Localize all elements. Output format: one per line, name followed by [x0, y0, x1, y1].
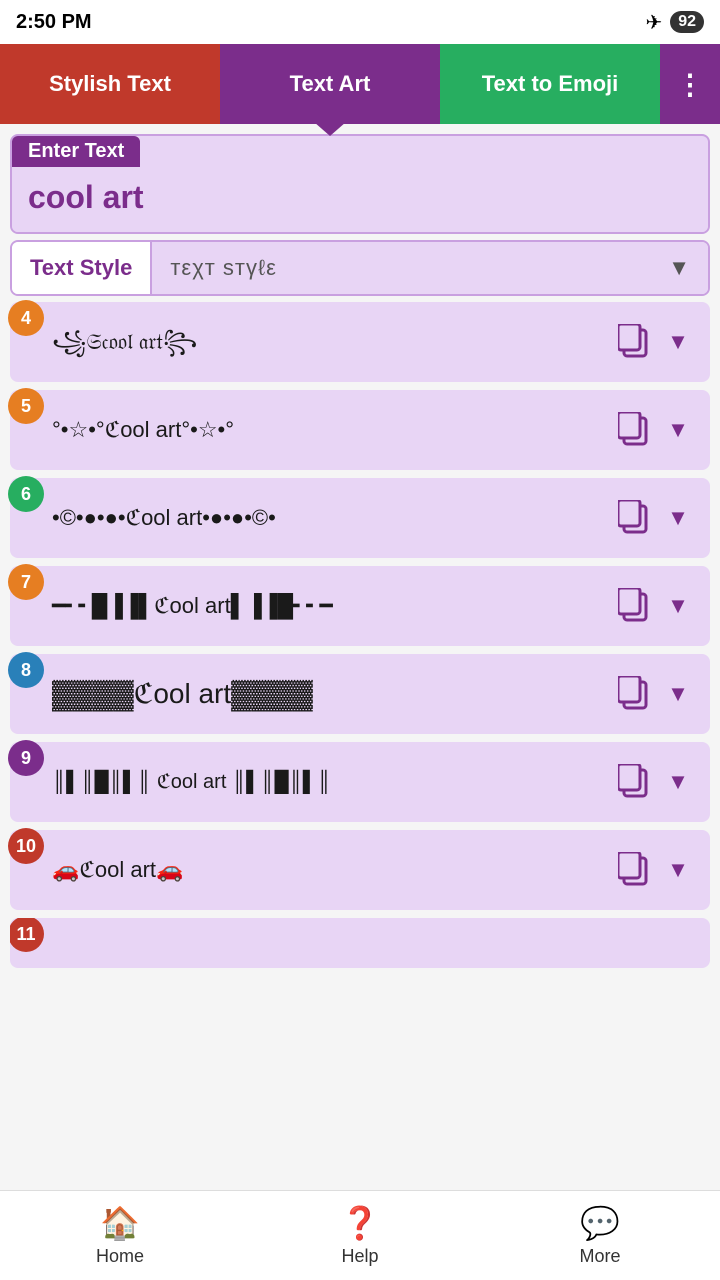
tab-bar: Stylish Text Text Art Text to Emoji ⋮	[0, 44, 720, 124]
row-actions-6: ▼	[612, 496, 696, 540]
row-number-9: 9	[8, 740, 44, 776]
status-icons: ✈ 92	[645, 10, 704, 35]
expand-button-8[interactable]: ▼	[660, 672, 696, 716]
tab-stylish[interactable]: Stylish Text	[0, 44, 220, 124]
nav-help-label: Help	[341, 1246, 378, 1267]
row-number-6: 6	[8, 476, 44, 512]
battery-badge: 92	[670, 11, 704, 33]
row-actions-4: ▼	[612, 320, 696, 364]
expand-button-9[interactable]: ▼	[660, 760, 696, 804]
nav-help[interactable]: ❓ Help	[240, 1191, 480, 1280]
copy-icon-6	[618, 500, 650, 536]
result-row: 9 ║▌║█║▌║ ℭool art ║▌║█║▌║ ▼	[10, 742, 710, 822]
result-row: 10 🚗ℭool art🚗 ▼	[10, 830, 710, 910]
row-number-8: 8	[8, 652, 44, 688]
copy-icon-7	[618, 588, 650, 624]
copy-button-6[interactable]	[612, 496, 656, 540]
result-row: 5 °•☆•°ℭool art°•☆•° ▼	[10, 390, 710, 470]
tab-emoji[interactable]: Text to Emoji	[440, 44, 660, 124]
result-text-6: •©•●•●•ℭool art•●•●•©•	[24, 503, 612, 534]
style-label: Text Style	[12, 242, 152, 294]
copy-button-7[interactable]	[612, 584, 656, 628]
expand-button-10[interactable]: ▼	[660, 848, 696, 892]
chevron-down-icon: ▼	[668, 255, 690, 281]
row-actions-9: ▼	[612, 760, 696, 804]
status-time: 2:50 PM	[16, 11, 92, 34]
result-row: 8 ▓▓▓▓ℭool art▓▓▓▓ ▼	[10, 654, 710, 734]
nav-more-label: More	[579, 1246, 620, 1267]
row-number-7: 7	[8, 564, 44, 600]
expand-button-6[interactable]: ▼	[660, 496, 696, 540]
style-selector: Text Style тεχт sтγℓε ▼	[10, 240, 710, 296]
row-actions-10: ▼	[612, 848, 696, 892]
status-bar: 2:50 PM ✈ 92	[0, 0, 720, 44]
style-dropdown[interactable]: тεχт sтγℓε ▼	[152, 242, 708, 294]
result-text-5: °•☆•°ℭool art°•☆•°	[24, 415, 612, 446]
bottom-nav: 🏠 Home ❓ Help 💬 More	[0, 1190, 720, 1280]
result-text-9: ║▌║█║▌║ ℭool art ║▌║█║▌║	[24, 768, 612, 796]
tab-art[interactable]: Text Art	[220, 44, 440, 124]
result-row: 4 ꧁𝔖𝔠𝔬𝔬𝔩 𝔞𝔯𝔱꧂ ▼	[10, 302, 710, 382]
nav-home[interactable]: 🏠 Home	[0, 1191, 240, 1280]
row-actions-8: ▼	[612, 672, 696, 716]
result-text-10: 🚗ℭool art🚗	[24, 855, 612, 886]
home-icon: 🏠	[100, 1204, 140, 1242]
expand-button-7[interactable]: ▼	[660, 584, 696, 628]
result-text-7: ━╸╸█▐▐▌ℭool art▌▐▐█╸╸━	[24, 591, 612, 622]
result-text-8: ▓▓▓▓ℭool art▓▓▓▓	[24, 674, 612, 713]
row-number-5: 5	[8, 388, 44, 424]
text-input[interactable]	[12, 167, 708, 232]
help-icon: ❓	[340, 1204, 380, 1242]
expand-button-4[interactable]: ▼	[660, 320, 696, 364]
row-number-10: 10	[8, 828, 44, 864]
airplane-icon: ✈	[645, 10, 662, 35]
row-number-4: 4	[8, 300, 44, 336]
copy-button-8[interactable]	[612, 672, 656, 716]
result-row: 11	[10, 918, 710, 968]
result-text-4: ꧁𝔖𝔠𝔬𝔬𝔩 𝔞𝔯𝔱꧂	[24, 327, 612, 358]
tab-more[interactable]: ⋮	[660, 44, 720, 124]
copy-icon-5	[618, 412, 650, 448]
copy-button-10[interactable]	[612, 848, 656, 892]
style-dropdown-text: тεχт sтγℓε	[170, 255, 277, 281]
input-label: Enter Text	[12, 136, 140, 167]
copy-icon-10	[618, 852, 650, 888]
nav-more[interactable]: 💬 More	[480, 1191, 720, 1280]
copy-button-9[interactable]	[612, 760, 656, 804]
row-actions-5: ▼	[612, 408, 696, 452]
more-icon: 💬	[580, 1204, 620, 1242]
expand-button-5[interactable]: ▼	[660, 408, 696, 452]
copy-button-5[interactable]	[612, 408, 656, 452]
row-number-11: 11	[10, 918, 44, 952]
nav-home-label: Home	[96, 1246, 144, 1267]
result-row: 6 •©•●•●•ℭool art•●•●•©• ▼	[10, 478, 710, 558]
row-actions-7: ▼	[612, 584, 696, 628]
results-container: 4 ꧁𝔖𝔠𝔬𝔬𝔩 𝔞𝔯𝔱꧂ ▼ 5 °•☆•°ℭool art°•☆•°	[10, 302, 710, 968]
copy-icon-8	[618, 676, 650, 712]
result-row: 7 ━╸╸█▐▐▌ℭool art▌▐▐█╸╸━ ▼	[10, 566, 710, 646]
copy-button-4[interactable]	[612, 320, 656, 364]
copy-icon-4	[618, 324, 650, 360]
copy-icon-9	[618, 764, 650, 800]
input-section: Enter Text	[10, 134, 710, 234]
